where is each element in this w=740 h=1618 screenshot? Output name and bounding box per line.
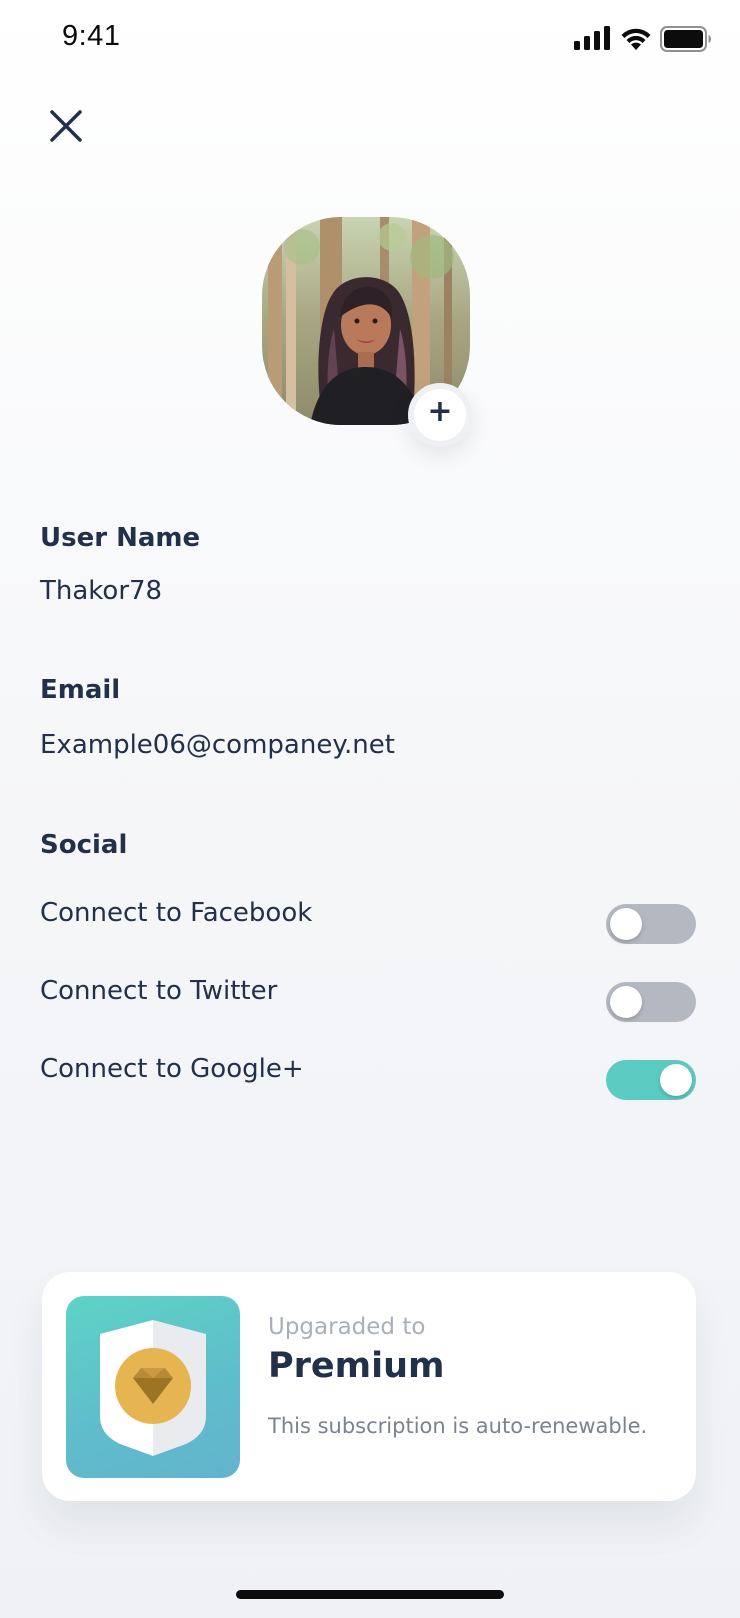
email-value[interactable]: Example06@companey.net <box>40 730 395 760</box>
plus-icon: + <box>427 393 453 429</box>
home-indicator[interactable] <box>236 1590 504 1599</box>
twitter-toggle[interactable] <box>606 982 696 1022</box>
toggle-knob <box>660 1064 692 1096</box>
social-row-twitter: Connect to Twitter <box>40 976 696 1024</box>
social-label-google: Connect to Google+ <box>40 1054 304 1084</box>
toggle-knob <box>610 986 642 1018</box>
google-toggle[interactable] <box>606 1060 696 1100</box>
username-label: User Name <box>40 523 201 553</box>
social-label-facebook: Connect to Facebook <box>40 898 313 928</box>
social-label-twitter: Connect to Twitter <box>40 976 278 1006</box>
facebook-toggle[interactable] <box>606 904 696 944</box>
wifi-icon <box>621 28 651 50</box>
social-heading: Social <box>40 830 128 860</box>
signal-icon <box>574 26 610 50</box>
email-label: Email <box>40 675 121 705</box>
premium-card[interactable]: Upgaraded to Premium This subscription i… <box>42 1272 696 1501</box>
social-row-google: Connect to Google+ <box>40 1054 696 1102</box>
premium-description: This subscription is auto-renewable. <box>268 1414 648 1438</box>
battery-icon <box>660 26 711 52</box>
toggle-knob <box>610 908 642 940</box>
premium-badge <box>66 1296 240 1478</box>
avatar-section: + <box>262 217 474 447</box>
social-row-facebook: Connect to Facebook <box>40 898 696 946</box>
diamond-shield-icon <box>100 1320 206 1456</box>
close-icon[interactable] <box>44 104 88 148</box>
status-bar: 9:41 <box>0 0 740 80</box>
premium-title: Premium <box>268 1346 445 1386</box>
add-photo-button[interactable]: + <box>408 383 472 447</box>
status-icons <box>574 26 714 56</box>
status-time: 9:41 <box>62 20 121 52</box>
username-value[interactable]: Thakor78 <box>40 576 162 606</box>
premium-subtitle: Upgaraded to <box>268 1314 426 1340</box>
